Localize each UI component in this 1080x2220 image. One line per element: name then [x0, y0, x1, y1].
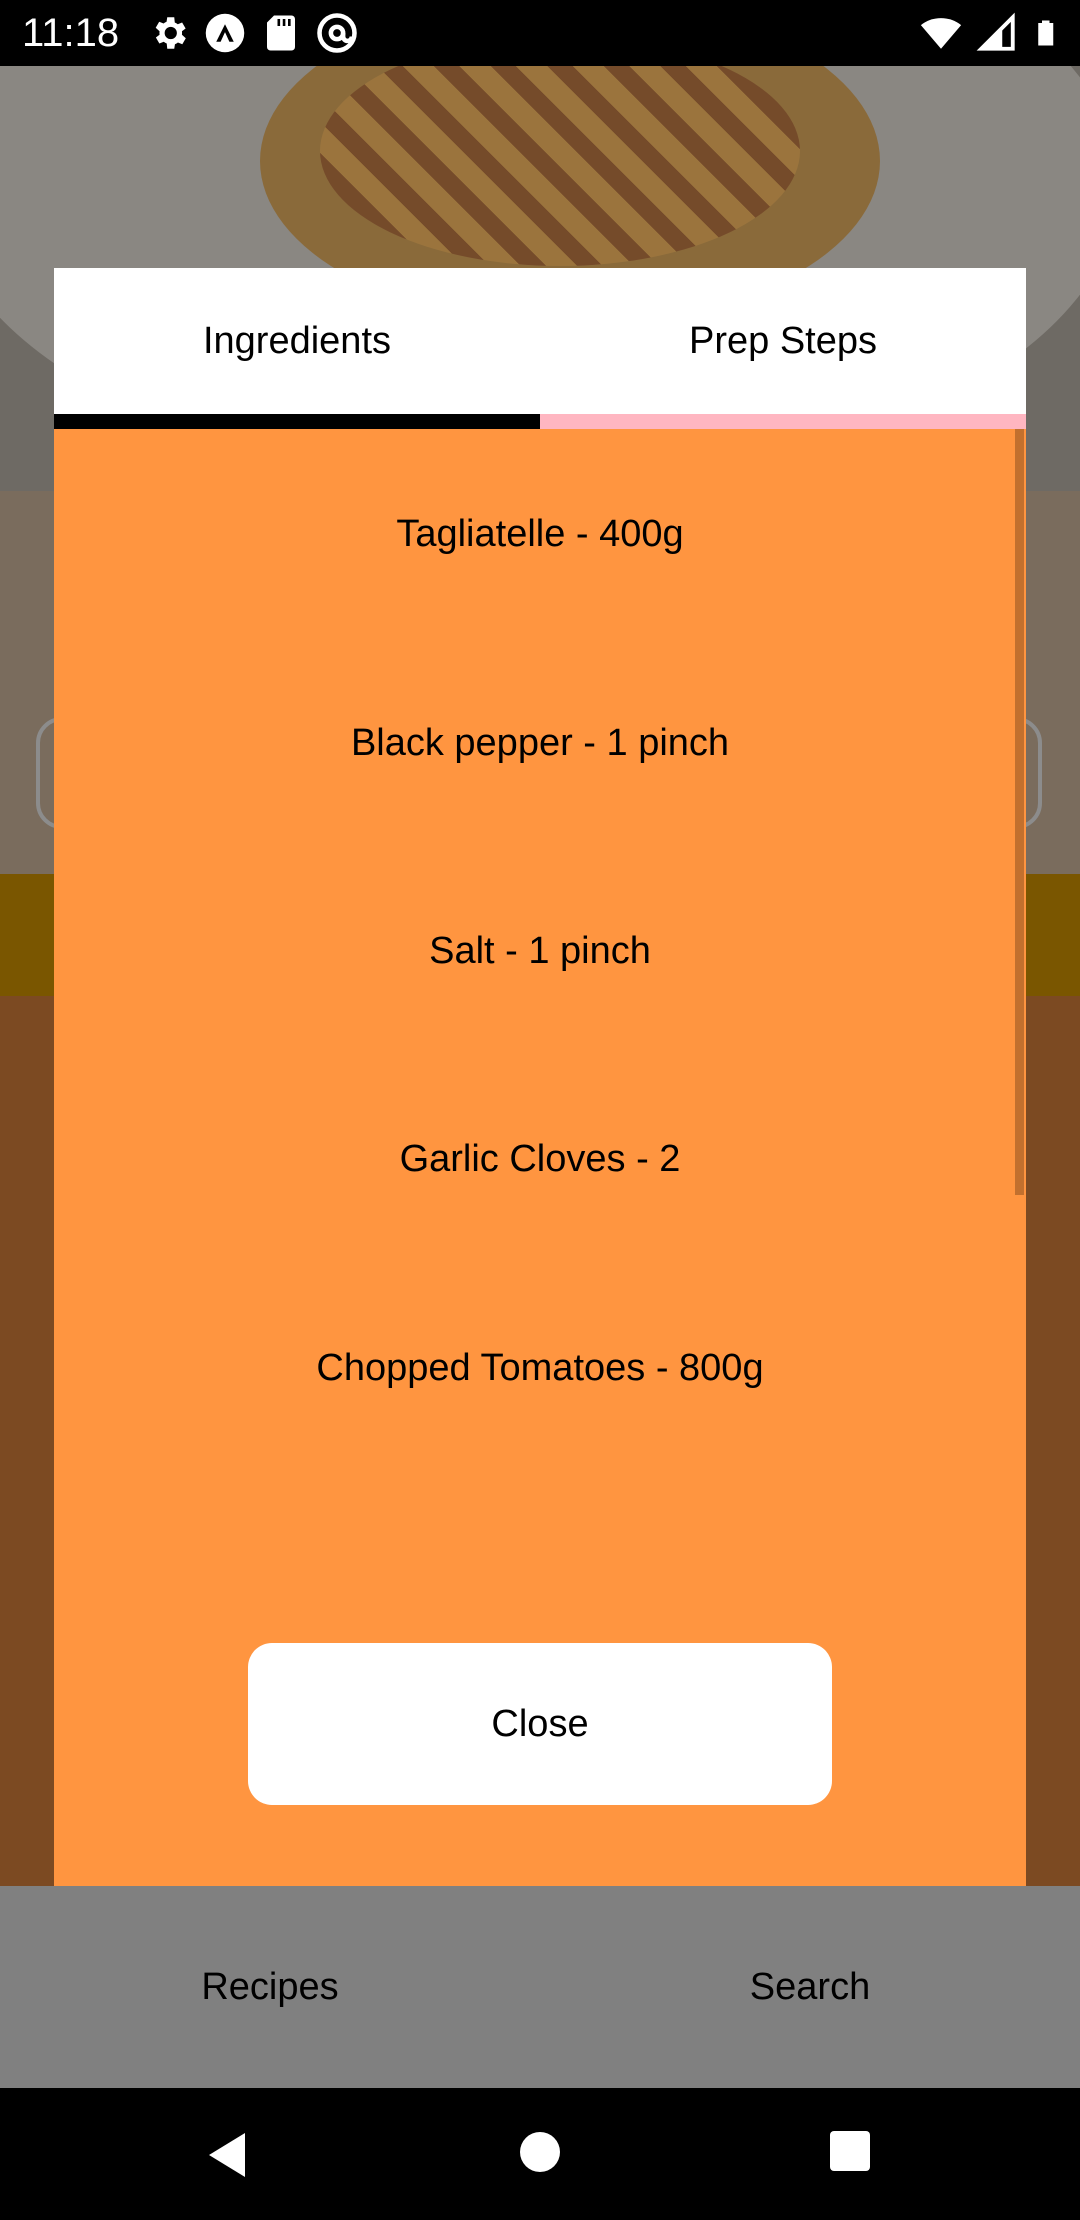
close-button[interactable]: Close [248, 1643, 832, 1805]
tab-indicator-active [54, 414, 540, 429]
back-icon[interactable] [205, 2130, 249, 2180]
battery-icon [1038, 20, 1054, 46]
list-item: Black pepper - 1 pinch [350, 721, 730, 764]
list-item: Chopped Tomatoes - 800g [316, 1346, 764, 1389]
wifi-icon [920, 18, 962, 49]
list-item: Salt - 1 pinch [429, 929, 651, 972]
nav-search[interactable]: Search [540, 1886, 1080, 2088]
notification-icons [148, 12, 358, 54]
tab-prep-steps[interactable]: Prep Steps [540, 268, 1026, 414]
list-scrollbar[interactable] [1015, 429, 1024, 1195]
bottom-nav: Recipes Search [0, 1886, 1080, 2088]
modal-tab-bar: Ingredients Prep Steps [54, 268, 1026, 414]
gear-icon [155, 17, 186, 49]
status-bar: 11:18 [0, 0, 1080, 66]
system-status-icons [920, 12, 1062, 54]
system-nav-bar [0, 2088, 1080, 2220]
list-item: Garlic Cloves - 2 [399, 1137, 681, 1180]
status-time: 11:18 [22, 11, 120, 55]
tab-indicator-inactive [540, 414, 1026, 429]
recents-icon[interactable] [829, 2130, 871, 2172]
recipe-details-modal: Ingredients Prep Steps Tagliatelle - 400… [54, 268, 1026, 1886]
nav-recipes[interactable]: Recipes [0, 1886, 540, 2088]
home-icon[interactable] [518, 2130, 562, 2174]
list-item: Tagliatelle - 400g [396, 512, 684, 555]
a-logo-icon [205, 13, 245, 53]
sd-card-icon [267, 15, 295, 51]
signal-icon [976, 12, 1015, 51]
tab-ingredients[interactable]: Ingredients [54, 268, 540, 414]
at-sign-icon [317, 13, 357, 53]
